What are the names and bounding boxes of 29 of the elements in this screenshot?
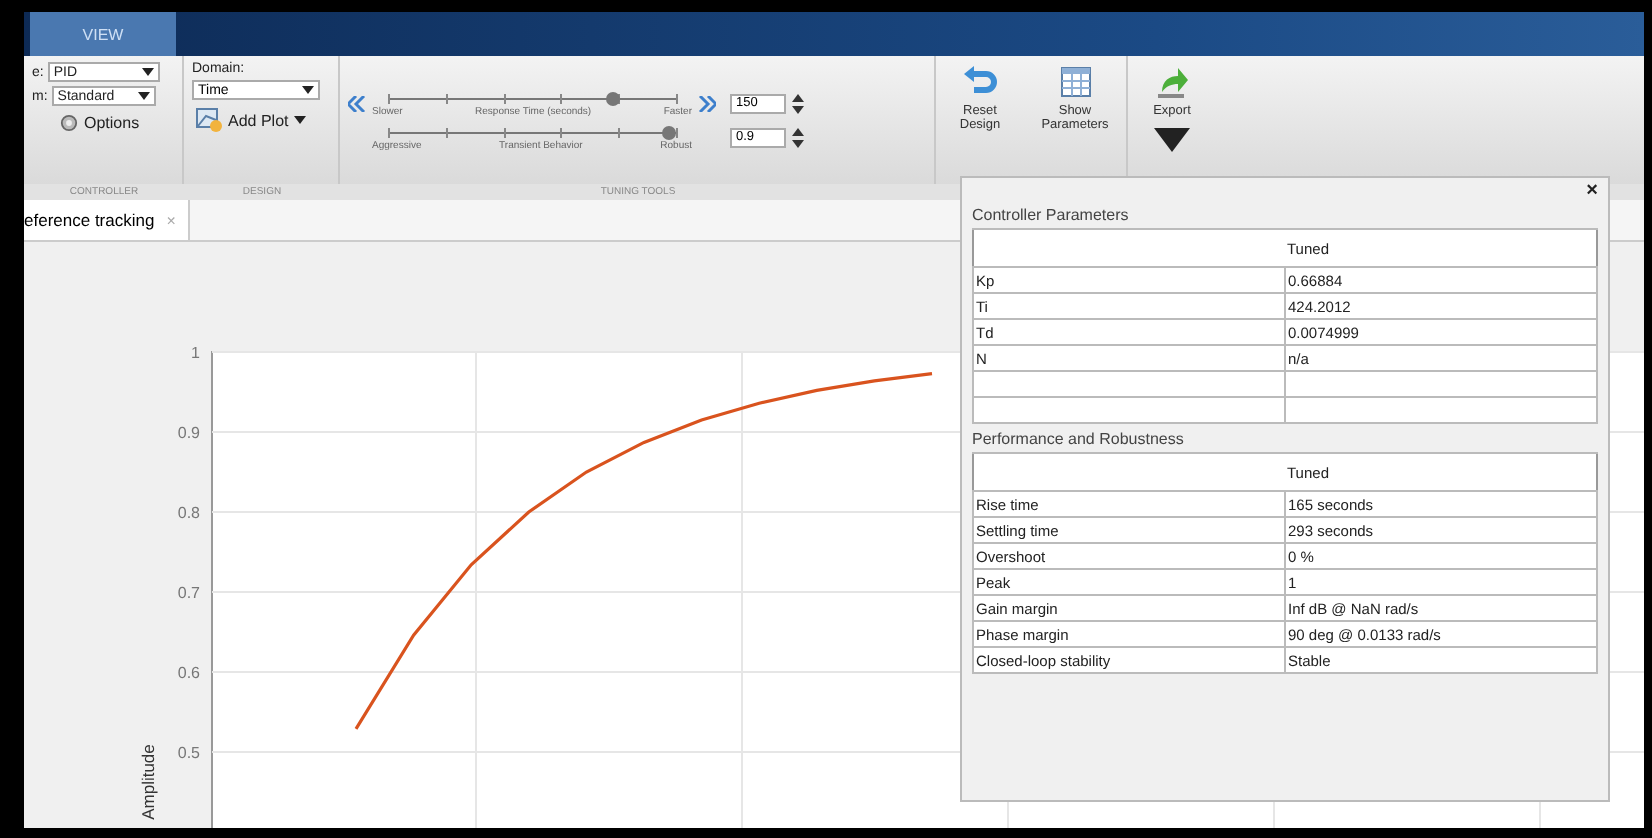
slider-thumb[interactable] [661,125,676,139]
y-tick-label: 0.6 [177,664,200,682]
caret-icon [302,86,314,94]
document-tab[interactable]: eference tracking × [24,200,190,240]
slider-thumb[interactable] [606,91,621,105]
gear-icon [60,114,78,132]
caret-icon [294,116,307,124]
slider[interactable] [388,123,676,139]
y-tick-label: 0.8 [177,504,200,522]
options-button[interactable]: Options [56,110,174,136]
close-icon[interactable]: × [1586,182,1598,200]
y-tick-label: 0.7 [177,584,200,602]
y-tick-label: 0.5 [177,744,200,762]
spinner-arrows-icon[interactable] [792,93,804,113]
add-plot-button[interactable]: Add Plot [192,104,330,136]
y-tick-label: 1 [191,344,200,362]
export-arrow-icon [1154,64,1190,100]
double-chevron-right-icon[interactable] [698,95,716,111]
table-icon [1057,64,1093,100]
caret-icon [137,92,150,100]
caret-icon [141,68,154,76]
chart-plus-icon [196,108,222,132]
y-axis-label: Amplitude [138,744,158,820]
table-title: Controller Parameters [972,206,1131,224]
double-chevron-left-icon[interactable] [348,95,366,111]
table-title: Performance and Robustness [972,430,1186,448]
slider[interactable] [388,89,676,105]
spinner-arrows-icon[interactable] [792,127,804,147]
y-tick-label: 0.9 [177,424,200,442]
